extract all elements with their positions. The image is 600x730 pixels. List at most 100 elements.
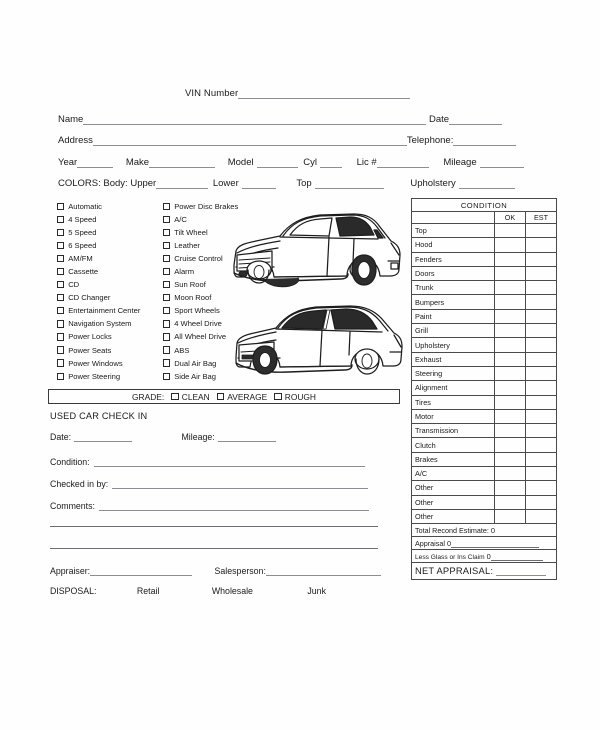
- option-row[interactable]: Power Steering: [57, 370, 140, 383]
- checkin-mileage-input[interactable]: [217, 434, 276, 442]
- less-glass-input[interactable]: [490, 554, 543, 561]
- checkbox-icon[interactable]: [57, 333, 65, 341]
- option-row[interactable]: Power Windows: [57, 357, 140, 370]
- checkbox-icon[interactable]: [163, 333, 171, 341]
- option-row[interactable]: Navigation System: [57, 317, 140, 330]
- checkbox-icon[interactable]: [57, 281, 65, 289]
- condition-ok-cell[interactable]: [494, 437, 526, 453]
- salesperson-input[interactable]: [265, 568, 381, 576]
- checkbox-icon[interactable]: [57, 202, 65, 211]
- condition-est-cell[interactable]: [525, 394, 557, 410]
- vin-number-input[interactable]: [238, 90, 411, 99]
- option-row[interactable]: Automatic: [57, 200, 140, 213]
- condition-ok-cell[interactable]: [494, 323, 526, 339]
- condition-est-cell[interactable]: [525, 337, 557, 353]
- condition-est-cell[interactable]: [525, 294, 557, 310]
- checkbox-icon[interactable]: [163, 320, 171, 328]
- grade-option-rough[interactable]: ROUGH: [274, 392, 316, 402]
- checkbox-icon[interactable]: [57, 294, 65, 302]
- telephone-input[interactable]: [453, 137, 517, 146]
- condition-est-cell[interactable]: [525, 323, 557, 339]
- option-row[interactable]: 4 Speed: [57, 213, 140, 226]
- make-input[interactable]: [149, 159, 216, 168]
- checkbox-icon[interactable]: [163, 307, 171, 315]
- option-row[interactable]: Power Seats: [57, 344, 140, 357]
- checkin-comments-line-3[interactable]: [50, 548, 378, 549]
- color-top-input[interactable]: [314, 180, 384, 189]
- condition-ok-cell[interactable]: [494, 294, 526, 310]
- color-upper-input[interactable]: [156, 180, 209, 189]
- grade-option-clean[interactable]: CLEAN: [171, 392, 210, 402]
- condition-ok-cell[interactable]: [494, 365, 526, 382]
- option-row[interactable]: Entertainment Center: [57, 304, 140, 317]
- option-row[interactable]: Cassette: [57, 265, 140, 278]
- checkin-comments-input[interactable]: [98, 503, 369, 511]
- condition-est-cell[interactable]: [525, 380, 557, 396]
- cyl-input[interactable]: [319, 159, 342, 168]
- condition-est-cell[interactable]: [525, 508, 557, 525]
- checkbox-icon[interactable]: [163, 255, 171, 263]
- checkbox-icon[interactable]: [163, 242, 171, 250]
- condition-est-cell[interactable]: [525, 251, 557, 267]
- checkin-checked-by-input[interactable]: [112, 481, 369, 489]
- condition-ok-cell[interactable]: [494, 466, 526, 482]
- checkbox-icon[interactable]: [57, 346, 65, 354]
- disposal-option-wholesale[interactable]: Wholesale: [212, 586, 253, 596]
- condition-est-cell[interactable]: [525, 280, 557, 296]
- date-input[interactable]: [449, 116, 503, 125]
- checkbox-icon[interactable]: [57, 307, 65, 315]
- condition-est-cell[interactable]: [525, 423, 557, 439]
- checkbox-icon[interactable]: [57, 359, 65, 367]
- option-row[interactable]: 5 Speed: [57, 226, 140, 239]
- condition-ok-cell[interactable]: [494, 237, 526, 253]
- condition-ok-cell[interactable]: [494, 251, 526, 267]
- condition-est-cell[interactable]: [525, 351, 557, 367]
- checkbox-icon[interactable]: [57, 229, 65, 237]
- checkbox-icon[interactable]: [57, 320, 65, 328]
- color-lower-input[interactable]: [241, 180, 276, 189]
- checkin-condition-input[interactable]: [93, 459, 365, 467]
- checkbox-icon[interactable]: [57, 242, 65, 250]
- net-appraisal-input[interactable]: [496, 568, 547, 577]
- condition-est-cell[interactable]: [525, 308, 557, 325]
- checkbox-icon[interactable]: [163, 215, 171, 224]
- condition-ok-cell[interactable]: [494, 337, 526, 353]
- option-row[interactable]: CD Changer: [57, 291, 140, 304]
- checkbox-icon[interactable]: [163, 229, 171, 237]
- address-input[interactable]: [92, 137, 407, 146]
- checkin-comments-line-2[interactable]: [50, 526, 378, 527]
- checkbox-icon[interactable]: [274, 392, 282, 401]
- year-input[interactable]: [77, 159, 114, 168]
- upholstery-input[interactable]: [458, 180, 515, 189]
- condition-est-cell[interactable]: [525, 222, 557, 239]
- condition-ok-cell[interactable]: [494, 451, 526, 468]
- condition-est-cell[interactable]: [525, 451, 557, 468]
- condition-ok-cell[interactable]: [494, 480, 526, 496]
- condition-est-cell[interactable]: [525, 494, 557, 510]
- appraisal-input[interactable]: [451, 541, 540, 548]
- option-row[interactable]: AM/FM: [57, 252, 140, 265]
- checkbox-icon[interactable]: [171, 392, 179, 401]
- condition-est-cell[interactable]: [525, 480, 557, 496]
- checkbox-icon[interactable]: [163, 268, 171, 276]
- condition-est-cell[interactable]: [525, 466, 557, 482]
- option-row[interactable]: 6 Speed: [57, 239, 140, 252]
- grade-option-average[interactable]: AVERAGE: [216, 392, 267, 402]
- disposal-option-junk[interactable]: Junk: [307, 586, 326, 596]
- condition-ok-cell[interactable]: [494, 280, 526, 296]
- condition-est-cell[interactable]: [525, 237, 557, 253]
- condition-ok-cell[interactable]: [494, 308, 526, 325]
- checkbox-icon[interactable]: [216, 392, 225, 401]
- checkbox-icon[interactable]: [57, 215, 65, 224]
- condition-ok-cell[interactable]: [494, 423, 526, 439]
- mileage-input[interactable]: [479, 159, 524, 168]
- checkbox-icon[interactable]: [163, 281, 171, 289]
- condition-est-cell[interactable]: [525, 437, 557, 453]
- checkbox-icon[interactable]: [57, 255, 65, 263]
- checkbox-icon[interactable]: [57, 268, 65, 276]
- checkbox-icon[interactable]: [163, 372, 171, 380]
- checkbox-icon[interactable]: [163, 359, 171, 367]
- checkbox-icon[interactable]: [163, 346, 171, 354]
- condition-ok-cell[interactable]: [494, 265, 526, 282]
- lic-input[interactable]: [376, 159, 429, 168]
